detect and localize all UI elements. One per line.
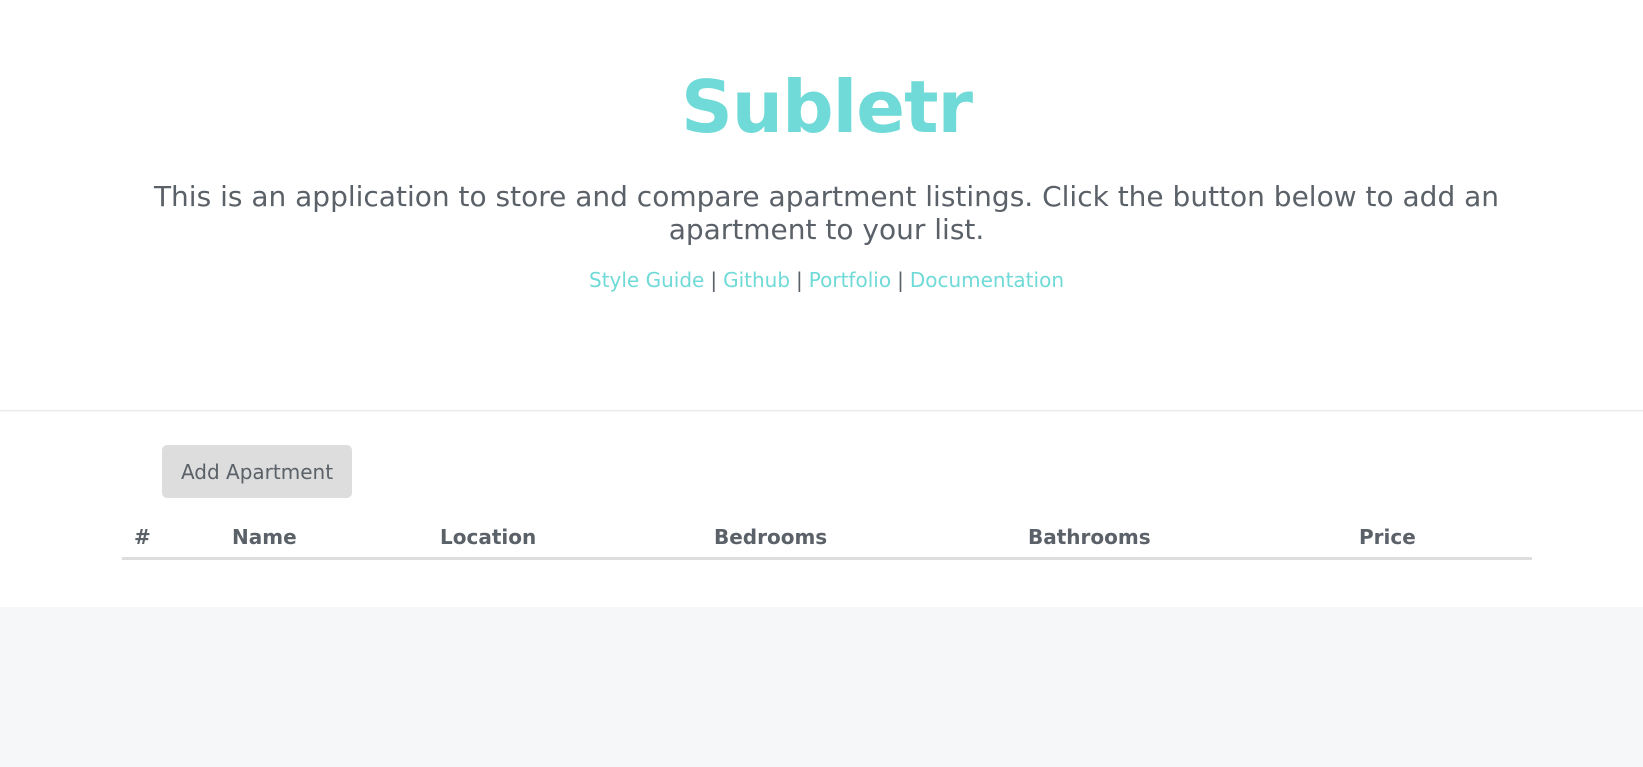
documentation-link[interactable]: Documentation	[910, 268, 1064, 292]
column-header-bedrooms: Bedrooms	[714, 525, 828, 549]
style-guide-link[interactable]: Style Guide	[589, 268, 704, 292]
column-header-bathrooms: Bathrooms	[1028, 525, 1151, 549]
link-separator: |	[796, 268, 803, 292]
github-link[interactable]: Github	[723, 268, 790, 292]
header-links: Style Guide | Github | Portfolio | Documentati…	[0, 266, 1643, 294]
app-description: This is an application to store and comp…	[153, 180, 1500, 246]
apartments-table-header: # Name Location Bedrooms Bathrooms Price	[122, 517, 1532, 560]
add-apartment-button[interactable]: Add Apartment	[162, 445, 352, 498]
app-title: Subletr	[680, 65, 973, 149]
link-separator: |	[710, 268, 718, 292]
column-header-location: Location	[440, 525, 537, 549]
column-header-price: Price	[1359, 525, 1416, 549]
portfolio-link[interactable]: Portfolio	[809, 268, 891, 292]
column-header-number: #	[134, 525, 151, 549]
apartments-section: Add Apartment # Name Location Bedrooms B…	[0, 412, 1643, 607]
column-header-name: Name	[232, 525, 297, 549]
link-separator: |	[897, 268, 904, 292]
hero-section: Subletr This is an application to store …	[0, 0, 1643, 411]
